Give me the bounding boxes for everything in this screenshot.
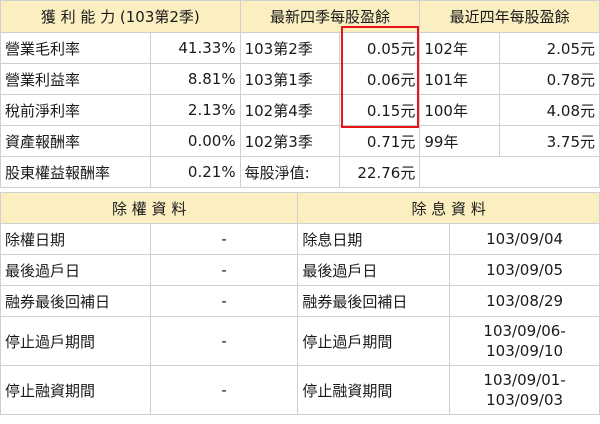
quarter-eps: 0.71元 <box>339 125 421 157</box>
ex-dividend-value: 103/09/06-103/09/10 <box>449 316 600 366</box>
quarter-label: 103第2季 <box>239 32 341 64</box>
ex-rights-value: - <box>149 316 299 366</box>
table-row: 最後過戶日 - 最後過戶日 103/09/05 <box>0 254 600 286</box>
table-row: 停止融資期間 - 停止融資期間 103/09/01-103/09/03 <box>0 365 600 415</box>
metric-value: 8.81% <box>149 63 241 95</box>
ex-rights-dividend-table: 除 權 資 料 除 息 資 料 除權日期 - 除息日期 103/09/04 最後… <box>0 192 600 415</box>
ex-dividend-value: 103/09/04 <box>449 223 600 255</box>
ex-rights-label: 融券最後回補日 <box>0 285 151 317</box>
metric-label: 資產報酬率 <box>0 125 151 157</box>
ex-rights-label: 停止融資期間 <box>0 365 151 415</box>
empty-cell <box>419 156 600 188</box>
table-row: 稅前淨利率 2.13% 102第4季 0.15元 100年 4.08元 <box>0 94 600 126</box>
metric-value: 41.33% <box>149 32 241 64</box>
roe-label: 股東權益報酬率 <box>0 156 151 188</box>
ex-rights-value: - <box>149 254 299 286</box>
year-label: 99年 <box>419 125 501 157</box>
metric-label: 營業毛利率 <box>0 32 151 64</box>
latest-four-quarters-eps-header: 最新四季每股盈餘 <box>239 0 421 33</box>
roe-value: 0.21% <box>149 156 241 188</box>
quarter-label: 103第1季 <box>239 63 341 95</box>
ex-rights-value: - <box>149 223 299 255</box>
bvps-label: 每股淨值: <box>239 156 341 188</box>
quarter-eps: 0.06元 <box>339 63 421 95</box>
year-eps: 0.78元 <box>499 63 600 95</box>
table-row: 股東權益報酬率 0.21% 每股淨值: 22.76元 <box>0 156 600 188</box>
year-eps: 2.05元 <box>499 32 600 64</box>
earnings-table: 獲 利 能 力 (103第2季) 最新四季每股盈餘 最近四年每股盈餘 營業毛利率… <box>0 0 600 188</box>
ex-dividend-value: 103/08/29 <box>449 285 600 317</box>
year-label: 100年 <box>419 94 501 126</box>
table-row: 營業利益率 8.81% 103第1季 0.06元 101年 0.78元 <box>0 63 600 95</box>
year-label: 101年 <box>419 63 501 95</box>
ex-dividend-label: 停止過戶期間 <box>297 316 451 366</box>
table-row: 除權日期 - 除息日期 103/09/04 <box>0 223 600 255</box>
metric-label: 稅前淨利率 <box>0 94 151 126</box>
quarter-label: 102第4季 <box>239 94 341 126</box>
ex-dividend-value: 103/09/01-103/09/03 <box>449 365 600 415</box>
quarter-eps: 0.05元 <box>339 32 421 64</box>
profitability-header: 獲 利 能 力 (103第2季) <box>0 0 241 33</box>
table-row: 營業毛利率 41.33% 103第2季 0.05元 102年 2.05元 <box>0 32 600 64</box>
table-row: 融券最後回補日 - 融券最後回補日 103/08/29 <box>0 285 600 317</box>
ex-rights-label: 除權日期 <box>0 223 151 255</box>
ex-dividend-label: 停止融資期間 <box>297 365 451 415</box>
quarter-label: 102第3季 <box>239 125 341 157</box>
table-row: 資產報酬率 0.00% 102第3季 0.71元 99年 3.75元 <box>0 125 600 157</box>
metric-value: 2.13% <box>149 94 241 126</box>
ex-rights-value: - <box>149 285 299 317</box>
year-eps: 4.08元 <box>499 94 600 126</box>
metric-label: 營業利益率 <box>0 63 151 95</box>
bvps-value: 22.76元 <box>339 156 421 188</box>
ex-dividend-value: 103/09/05 <box>449 254 600 286</box>
table-row: 停止過戶期間 - 停止過戶期間 103/09/06-103/09/10 <box>0 316 600 366</box>
ex-dividend-label: 融券最後回補日 <box>297 285 451 317</box>
year-eps: 3.75元 <box>499 125 600 157</box>
stock-info-panel: 獲 利 能 力 (103第2季) 最新四季每股盈餘 最近四年每股盈餘 營業毛利率… <box>0 0 600 424</box>
recent-four-years-eps-header: 最近四年每股盈餘 <box>419 0 600 33</box>
ex-rights-label: 最後過戶日 <box>0 254 151 286</box>
metric-value: 0.00% <box>149 125 241 157</box>
ex-rights-label: 停止過戶期間 <box>0 316 151 366</box>
ex-dividend-header: 除 息 資 料 <box>297 192 600 224</box>
year-label: 102年 <box>419 32 501 64</box>
ex-rights-value: - <box>149 365 299 415</box>
quarter-eps: 0.15元 <box>339 94 421 126</box>
ex-dividend-label: 除息日期 <box>297 223 451 255</box>
ex-rights-header: 除 權 資 料 <box>0 192 299 224</box>
ex-dividend-label: 最後過戶日 <box>297 254 451 286</box>
